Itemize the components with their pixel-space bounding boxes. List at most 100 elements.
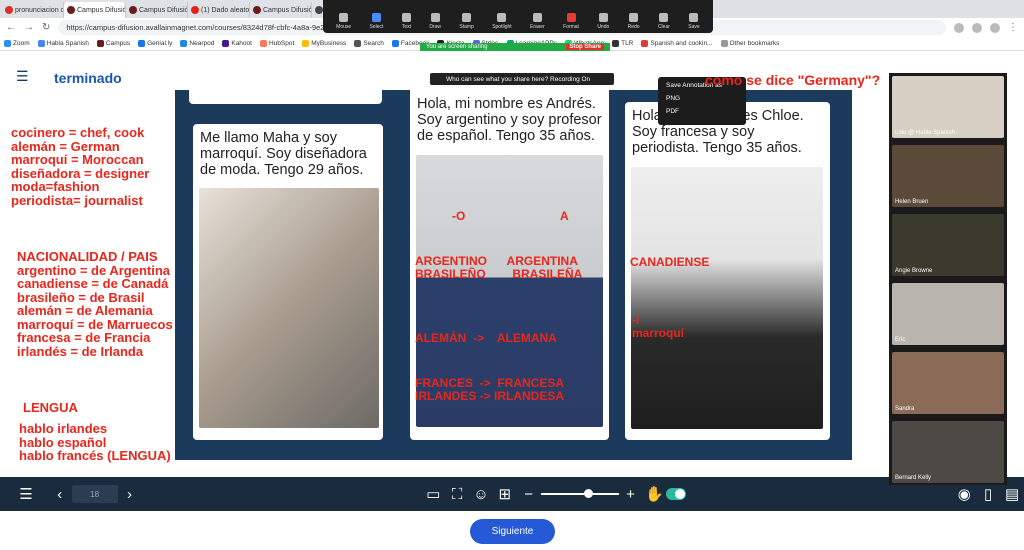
tool-icon [598,13,608,22]
bookmark-item[interactable]: Campus [96,40,131,47]
zoom-tool-select[interactable]: Select [370,13,383,30]
zoom-tool-save[interactable]: Save [688,13,700,30]
zoom-tool-undo[interactable]: Undo [597,13,609,30]
bookmark-item[interactable]: Zoom [4,40,30,47]
menu-icon[interactable]: ⋮ [1008,22,1018,33]
tool-icon [339,13,349,22]
tool-icon [430,13,440,22]
bookmark-label: Nearpod [189,40,215,47]
bookmark-item[interactable]: MyBusiness [302,40,346,47]
tool-icon [462,13,472,22]
bookmark-item[interactable]: Spanish and cookin... [641,40,713,47]
reader-icon[interactable]: ⊞ [493,481,517,507]
layout-icon[interactable]: ▭ [421,481,445,507]
zoom-in-icon[interactable]: + [619,481,643,507]
stop-share-button[interactable]: Stop Share [566,44,604,50]
browser-tab[interactable]: Campus Difusión× [250,2,312,18]
participant-name: Helen Bruen [895,199,929,205]
bookmark-item[interactable]: Nearpod [180,40,214,47]
photo-journalist [631,167,823,429]
tool-icon [372,13,381,22]
zoom-out-icon[interactable]: − [517,481,541,507]
bookmark-label: Other bookmarks [729,40,780,47]
zoom-tool-format[interactable]: Format [563,13,579,30]
participant-video[interactable]: Angie Browne [892,214,1004,276]
zoom-tool-redo[interactable]: Redo [628,13,640,30]
bookmark-item[interactable]: TLR [612,40,633,47]
zoom-tool-text[interactable]: Text [402,13,411,30]
tool-label: Clear [657,24,670,30]
participant-video[interactable]: Helen Bruen [892,145,1004,207]
bookmark-item[interactable]: Habla Spanish [37,40,89,47]
forward-icon[interactable]: → [24,22,34,33]
list-icon[interactable]: ☰ [14,481,38,507]
toggle-switch[interactable] [666,488,687,500]
bookmark-favicon [354,40,362,47]
bookmark-item[interactable]: Genial.ly [138,40,172,47]
participant-name: Eric [895,337,906,343]
bookmark-favicon [391,40,399,47]
page-number[interactable]: 18 [71,485,118,503]
slide: Hola, mi nombre es Andrés. Soy argentino… [175,90,852,460]
bookmark-favicon [37,40,45,47]
annotation-question: como se dice "Germany"? [705,72,881,88]
bookmark-item[interactable]: Kahoot [222,40,252,47]
zoom-tool-spotlight[interactable]: Spotlight [492,13,512,30]
tool-icon [659,13,669,22]
participant-name: Sandra [895,406,915,412]
accessibility-icon[interactable]: ☺ [469,481,493,507]
browser-tab[interactable]: pronunciacion o× [2,2,64,18]
bookmark-item[interactable]: Search [354,40,384,47]
next-button[interactable]: Siguiente [470,519,555,544]
save-option-png[interactable]: PNG [666,95,738,102]
participant-video[interactable]: Bernard Kelly [892,421,1004,483]
zoom-tool-stamp[interactable]: Stamp [459,13,474,30]
lengua-note: LENGUA [23,400,78,415]
bookmark-favicon [138,40,146,47]
zoom-tool-clear[interactable]: Clear [658,13,670,30]
tool-icon [629,13,639,22]
bookmark-favicon [180,40,188,47]
profile-avatar[interactable] [990,22,1000,33]
participant-name: Bernard Kelly [895,475,932,481]
tab-label: Campus Difusión [263,6,312,14]
save-option-pdf[interactable]: PDF [666,108,738,115]
vocab-note: cocinero = chef, cook alemán = German ma… [11,125,150,208]
photo-teacher [416,155,603,427]
bookmark-favicon [641,40,649,47]
browser-tab[interactable]: Campus Difusión× [64,2,126,18]
bookmark-label: Campus [105,40,131,47]
extension-icon[interactable] [972,22,982,33]
zoom-tool-eraser[interactable]: Eraser [530,13,545,30]
tool-label: Undo [597,24,610,30]
tool-label: Text [401,24,411,30]
bookmark-favicon [222,40,230,47]
next-page-button[interactable]: › [118,481,142,507]
bookmark-item[interactable]: Other bookmarks [720,40,780,47]
zoom-tool-mouse[interactable]: Mouse [336,13,351,30]
zoom-tool-draw[interactable]: Draw [429,13,441,30]
prev-page-button[interactable]: ‹ [48,481,72,507]
extension-icon[interactable] [954,22,964,33]
participant-video[interactable]: Eric [892,283,1004,345]
participant-video[interactable]: Lolo @ Habla Spanish [892,76,1004,138]
hamburger-icon[interactable]: ☰ [16,68,29,85]
reload-icon[interactable]: ↻ [42,22,50,33]
bookmark-item[interactable]: HubSpot [259,40,294,47]
participant-video[interactable]: Sandra [892,352,1004,414]
nationality-note: NACIONALIDAD / PAIS argentino = de Argen… [17,249,173,359]
photo-designer [199,188,379,428]
card-text: Hola, mi nombre es Andrés. Soy argentino… [417,96,602,144]
fullscreen-icon[interactable]: ⛶ [445,481,469,507]
browser-tab[interactable]: (1) Dado aleato× [188,2,250,18]
card-chloe: Hola, mi nombre es Chloe. Soy francesa y… [625,102,830,440]
zoom-slider[interactable] [540,489,619,498]
hand-icon[interactable]: ✋ [642,481,666,507]
bookmark-favicon [4,40,11,47]
tool-label: Format [563,24,579,30]
tool-label: Redo [627,24,640,30]
browser-tab[interactable]: Campus Difusión× [126,2,188,18]
back-icon[interactable]: ← [6,22,16,33]
page-title: terminado [54,70,122,86]
participant-name: Lolo @ Habla Spanish [895,130,955,136]
